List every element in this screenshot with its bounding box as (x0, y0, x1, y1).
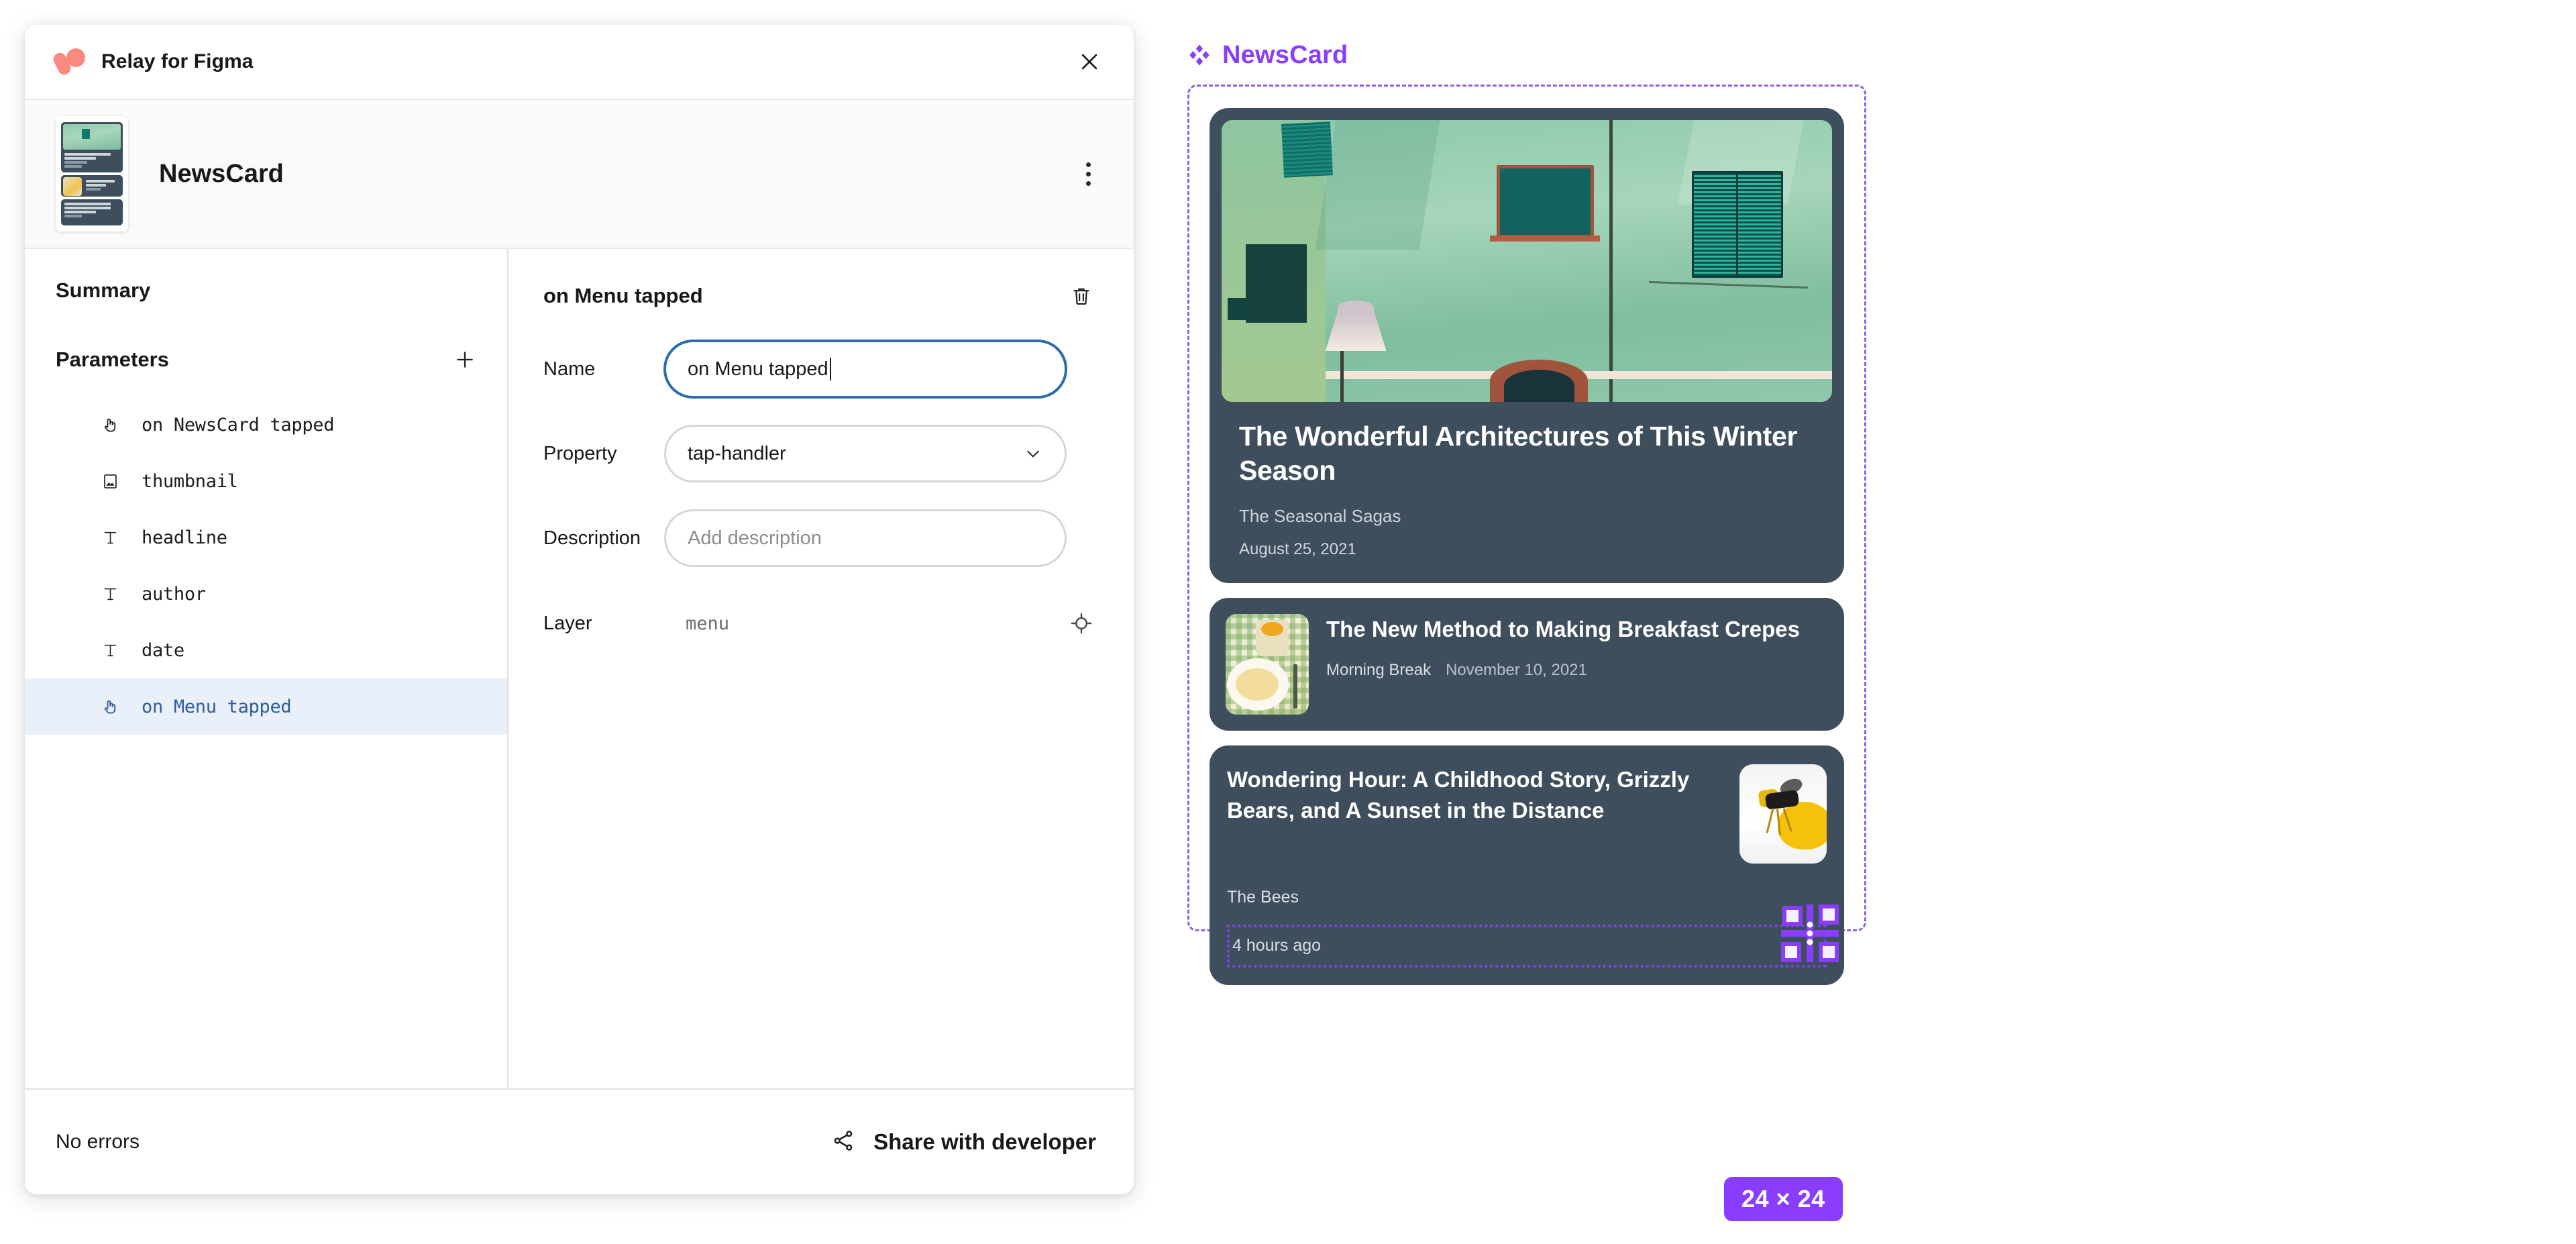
screen-root: Relay for Figma NewsCard Summary Paramet… (0, 0, 2576, 1244)
hero-card-body: The Wonderful Architectures of This Wint… (1222, 402, 1832, 583)
author: The Bees (1227, 887, 1299, 906)
layer-label: Layer (543, 612, 592, 634)
parameters-heading: Parameters (56, 348, 169, 371)
name-field-row: Name on Menu tapped (508, 340, 1134, 398)
selection-handles[interactable] (1781, 904, 1839, 962)
relay-plugin-panel: Relay for Figma NewsCard Summary Paramet… (25, 25, 1134, 1194)
plus-icon[interactable] (449, 344, 480, 375)
property-select-value: tap-handler (688, 442, 786, 464)
plugin-titlebar: Relay for Figma (25, 25, 1134, 100)
plugin-title: Relay for Figma (101, 50, 254, 72)
name-input[interactable]: on Menu tapped (664, 340, 1067, 398)
breakfast-crepes-photo (1226, 613, 1309, 715)
headline: The Wonderful Architectures of This Wint… (1239, 421, 1798, 486)
description-placeholder: Add description (688, 527, 822, 549)
chevron-down-icon (1023, 444, 1043, 464)
headline: Wondering Hour: A Childhood Story, Grizz… (1227, 766, 1690, 823)
description-input[interactable]: Add description (664, 509, 1067, 567)
property-field-row: Property tap-handler (508, 425, 1134, 482)
author: The Seasonal Sagas (1239, 505, 1401, 526)
text-caret (829, 358, 831, 380)
description-label: Description (543, 527, 641, 549)
layer-value: menu (686, 613, 730, 634)
list-item[interactable]: date (25, 622, 507, 678)
selected-date-layer[interactable]: 4 hours ago (1227, 904, 1839, 968)
parameter-label: author (142, 583, 206, 605)
detail-title-row: on Menu tapped (508, 249, 1134, 313)
component-label-row[interactable]: NewsCard (1187, 36, 1898, 74)
size-badge: 24 × 24 (1724, 1177, 1843, 1221)
text-icon (99, 639, 121, 662)
big-card-top: Wondering Hour: A Childhood Story, Grizz… (1227, 764, 1827, 864)
detail-title: on Menu tapped (543, 284, 703, 307)
panel-body: Summary Parameters on NewsCard tapped th… (25, 249, 1134, 1088)
component-thumbnail (56, 116, 128, 231)
component-name: NewsCard (159, 159, 284, 188)
list-item[interactable]: thumbnail (25, 453, 507, 509)
parameter-detail-panel: on Menu tapped Name on Menu tapped Prope… (508, 249, 1134, 1088)
summary-heading: Summary (56, 278, 151, 302)
row-card-meta: Morning Break November 10, 2021 (1326, 661, 1828, 680)
green-building-facade-photo (1222, 120, 1832, 402)
name-label: Name (543, 358, 596, 380)
share-label: Share with developer (873, 1129, 1096, 1154)
component-frame[interactable]: The Wonderful Architectures of This Wint… (1187, 85, 1866, 985)
headline: The New Method to Making Breakfast Crepe… (1326, 616, 1800, 641)
name-input-value: on Menu tapped (688, 358, 828, 380)
image-icon (99, 470, 121, 493)
news-card-big[interactable]: Wondering Hour: A Childhood Story, Grizz… (1210, 745, 1844, 985)
kebab-menu-icon[interactable] (1073, 156, 1103, 191)
bee-photo (1739, 764, 1827, 864)
tap-handler-icon (99, 413, 121, 436)
description-field-row: Description Add description (508, 509, 1134, 567)
row-card-body: The New Method to Making Breakfast Crepe… (1326, 614, 1828, 680)
parameter-label: on NewsCard tapped (142, 414, 335, 435)
layer-row: Layer menu (508, 606, 1134, 641)
relay-logo-icon (51, 48, 85, 77)
parameter-list: on NewsCard tapped thumbnail headline au… (25, 397, 507, 735)
news-card-row[interactable]: The New Method to Making Breakfast Crepe… (1210, 597, 1844, 731)
parameter-label: headline (142, 527, 227, 548)
date: 4 hours ago (1232, 936, 1322, 955)
status-badge: No errors (56, 1131, 140, 1153)
author: Morning Break (1326, 661, 1432, 680)
tap-handler-icon (99, 695, 121, 718)
list-item[interactable]: on NewsCard tapped (25, 397, 507, 453)
component-header: NewsCard (25, 100, 1134, 249)
parameters-heading-row: Parameters (25, 303, 507, 375)
trash-icon[interactable] (1064, 278, 1099, 313)
news-card-hero[interactable]: The Wonderful Architectures of This Wint… (1210, 108, 1844, 583)
parameter-label: thumbnail (142, 470, 238, 492)
property-select[interactable]: tap-handler (664, 425, 1067, 482)
figma-component-diamond-icon (1187, 43, 1212, 67)
parameter-label: date (142, 639, 184, 661)
close-icon[interactable] (1072, 44, 1107, 79)
property-label: Property (543, 442, 617, 464)
component-label: NewsCard (1222, 40, 1348, 69)
parameter-label: on Menu tapped (142, 696, 292, 717)
parameters-sidebar: Summary Parameters on NewsCard tapped th… (25, 249, 508, 1088)
card-stack: The Wonderful Architectures of This Wint… (1210, 108, 1844, 985)
date: November 10, 2021 (1446, 661, 1587, 680)
text-icon (99, 526, 121, 549)
text-icon (99, 582, 121, 605)
date: August 25, 2021 (1239, 539, 1356, 558)
list-item[interactable]: headline (25, 509, 507, 566)
target-icon[interactable] (1064, 606, 1099, 641)
share-icon (830, 1128, 856, 1157)
list-item-selected[interactable]: on Menu tapped (25, 678, 507, 735)
figma-canvas: NewsCard The Wonderful Architectures of … (1187, 36, 1898, 1221)
list-item[interactable]: author (25, 566, 507, 622)
share-with-developer-button[interactable]: Share with developer (830, 1128, 1096, 1157)
panel-footer: No errors Share with developer (25, 1088, 1134, 1194)
